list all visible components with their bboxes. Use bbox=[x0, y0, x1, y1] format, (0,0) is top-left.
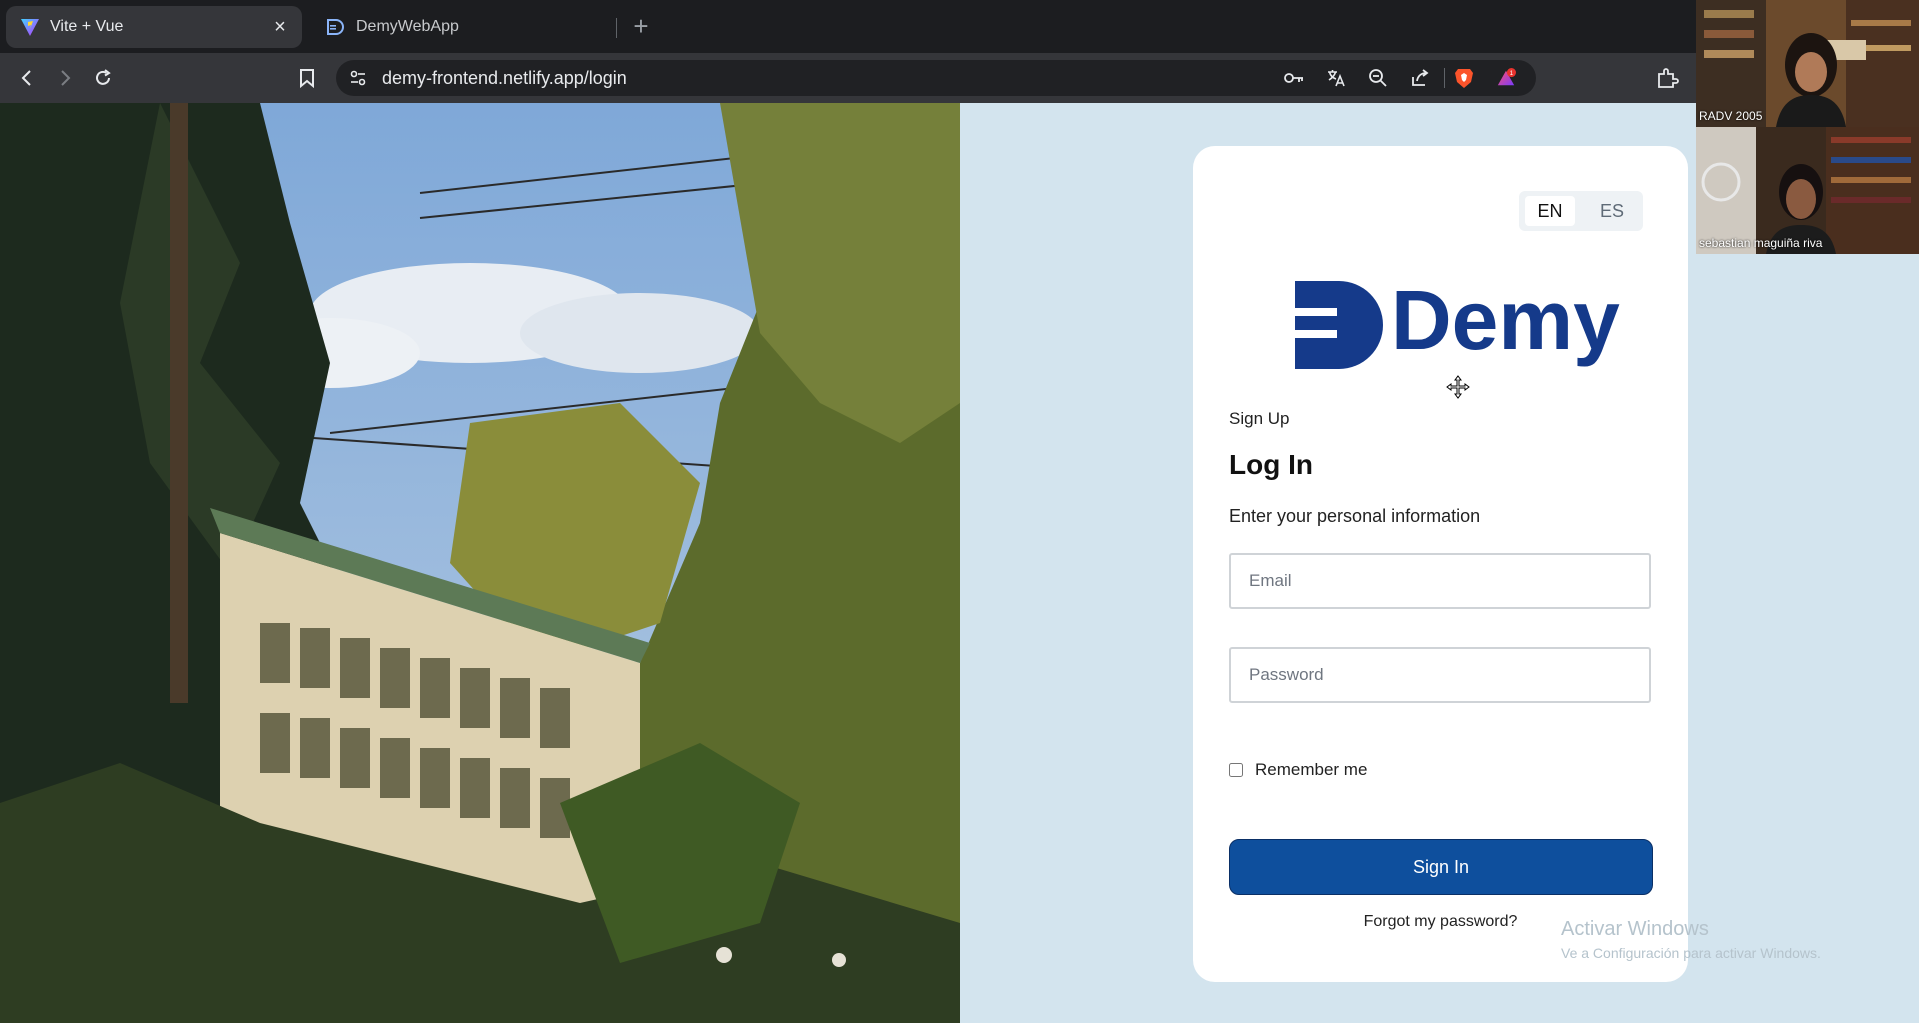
tab-demywebapp[interactable]: DemyWebApp bbox=[312, 6, 618, 48]
email-field[interactable] bbox=[1229, 553, 1651, 609]
password-field[interactable] bbox=[1229, 647, 1651, 703]
share-icon[interactable] bbox=[1410, 68, 1430, 88]
video-tile-radv: RADV 2005 bbox=[1696, 0, 1919, 127]
address-bar[interactable]: demy-frontend.netlify.app/login 1 bbox=[336, 60, 1536, 96]
page-title: Log In bbox=[1229, 449, 1313, 480]
brave-shields-icon[interactable] bbox=[1454, 68, 1474, 88]
participant-name: sebastian maguiña riva bbox=[1699, 236, 1823, 250]
page-content: EN ES Demy Sign Up Log In Enter your per… bbox=[0, 103, 1919, 1023]
bookmark-icon[interactable] bbox=[292, 63, 322, 93]
login-card: EN ES Demy Sign Up Log In Enter your per… bbox=[1193, 146, 1688, 982]
site-info-icon[interactable] bbox=[348, 68, 368, 88]
logo-wordmark: Demy bbox=[1391, 275, 1620, 367]
sign-in-button[interactable]: Sign In bbox=[1229, 839, 1653, 895]
demy-icon bbox=[326, 17, 346, 37]
url-text[interactable]: demy-frontend.netlify.app/login bbox=[382, 68, 627, 89]
remember-me[interactable]: Remember me bbox=[1229, 760, 1367, 780]
remember-me-checkbox[interactable] bbox=[1229, 763, 1243, 777]
windows-activation-watermark: Activar Windows Ve a Configuración para … bbox=[1561, 918, 1821, 961]
tab-strip: Vite + Vue × DemyWebApp + bbox=[0, 0, 1919, 53]
back-icon[interactable] bbox=[12, 63, 42, 93]
language-switcher: EN ES bbox=[1519, 191, 1643, 231]
remember-me-label: Remember me bbox=[1255, 760, 1368, 779]
video-tile-sebastian: sebastian maguiña riva bbox=[1696, 127, 1919, 254]
tab-vite-vue[interactable]: Vite + Vue × bbox=[6, 6, 302, 48]
watermark-title: Activar Windows bbox=[1561, 918, 1709, 940]
extensions-icon[interactable] bbox=[1652, 63, 1682, 93]
tab-title: DemyWebApp bbox=[356, 18, 459, 35]
new-tab-button[interactable]: + bbox=[626, 12, 656, 42]
demy-logo: Demy bbox=[1293, 273, 1623, 371]
password-key-icon[interactable] bbox=[1284, 68, 1304, 88]
vite-icon bbox=[20, 17, 40, 37]
zoom-out-icon[interactable] bbox=[1368, 68, 1388, 88]
browser-toolbar: demy-frontend.netlify.app/login 1 bbox=[0, 53, 1919, 103]
watermark-subtitle: Ve a Configuración para activar Windows. bbox=[1561, 945, 1821, 961]
move-cursor-icon bbox=[1446, 375, 1470, 399]
participant-name: RADV 2005 bbox=[1699, 109, 1763, 123]
tab-title: Vite + Vue bbox=[50, 18, 124, 35]
signup-link[interactable]: Sign Up bbox=[1229, 409, 1289, 429]
reload-icon[interactable] bbox=[88, 63, 118, 93]
translate-icon[interactable] bbox=[1326, 68, 1346, 88]
omnibox-divider bbox=[1444, 68, 1445, 88]
forward-icon[interactable] bbox=[50, 63, 80, 93]
language-es-button[interactable]: ES bbox=[1587, 196, 1637, 226]
brave-rewards-icon[interactable]: 1 bbox=[1496, 68, 1516, 88]
tab-separator bbox=[616, 18, 617, 38]
language-en-button[interactable]: EN bbox=[1525, 196, 1575, 226]
close-tab-icon[interactable]: × bbox=[268, 16, 292, 39]
login-side-photo bbox=[0, 103, 960, 1023]
rewards-badge: 1 bbox=[1510, 70, 1514, 77]
page-subtitle: Enter your personal information bbox=[1229, 506, 1481, 526]
